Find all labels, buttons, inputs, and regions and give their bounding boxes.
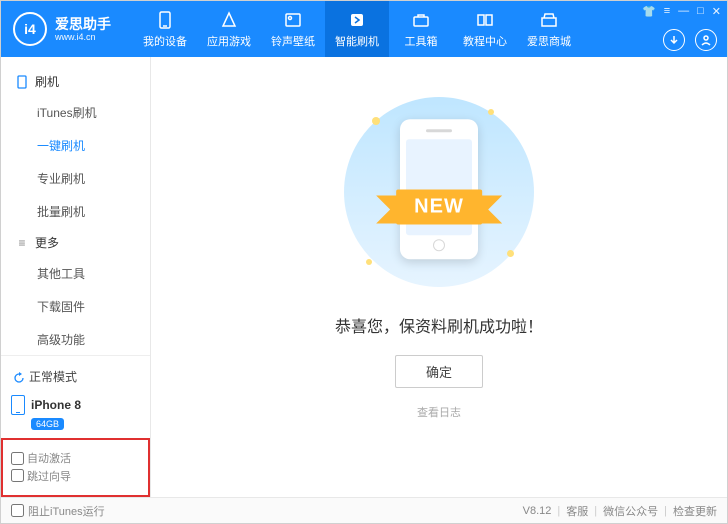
nav-label: 教程中心 (463, 33, 507, 49)
mode-label: 正常模式 (29, 368, 77, 385)
device-info[interactable]: iPhone 8 (11, 395, 140, 415)
sidebar-item-download-firmware[interactable]: 下载固件 (1, 290, 150, 323)
sidebar-item-advanced[interactable]: 高级功能 (1, 323, 150, 355)
menu-icon[interactable]: ≡ (664, 5, 670, 18)
ribbon-text: NEW (396, 190, 482, 225)
sidebar-item-itunes-flash[interactable]: iTunes刷机 (1, 96, 150, 129)
nav-tab-apps[interactable]: 应用游戏 (197, 1, 261, 57)
maximize-icon[interactable]: □ (697, 5, 704, 18)
phone-icon (11, 395, 25, 415)
group-title: 更多 (35, 234, 59, 251)
sidebar-item-oneclick-flash[interactable]: 一键刷机 (1, 129, 150, 162)
device-mode[interactable]: 正常模式 (11, 364, 140, 389)
sidebar-group-more[interactable]: ≡ 更多 (1, 228, 150, 257)
apps-icon (219, 10, 239, 30)
block-itunes-checkbox[interactable]: 阻止iTunes运行 (11, 503, 105, 519)
nav-tab-tutorials[interactable]: 教程中心 (453, 1, 517, 57)
book-icon (475, 10, 495, 30)
nav-label: 我的设备 (143, 33, 187, 49)
view-log-link[interactable]: 查看日志 (417, 404, 461, 420)
more-icon: ≡ (15, 236, 29, 250)
refresh-icon (13, 372, 23, 382)
user-button[interactable] (695, 29, 717, 51)
device-name: iPhone 8 (31, 398, 81, 412)
nav-tab-toolbox[interactable]: 工具箱 (389, 1, 453, 57)
nav-tabs: 我的设备 应用游戏 铃声壁纸 智能刷机 工具箱 教程中心 (133, 1, 581, 57)
success-message: 恭喜您，保资料刷机成功啦！ (335, 313, 543, 337)
flash-icon (347, 10, 367, 30)
logo-icon: i4 (13, 12, 47, 46)
sidebar: 刷机 iTunes刷机 一键刷机 专业刷机 批量刷机 ≡ 更多 其他工具 下载固… (1, 57, 151, 497)
nav-label: 应用游戏 (207, 33, 251, 49)
toolbox-icon (411, 10, 431, 30)
storage-badge: 64GB (31, 418, 64, 430)
close-icon[interactable]: ✕ (712, 5, 721, 18)
version-label: V8.12 (523, 505, 552, 517)
tshirt-icon[interactable]: 👕 (642, 5, 656, 18)
status-bar: 阻止iTunes运行 V8.12 | 客服 | 微信公众号 | 检查更新 (1, 497, 727, 523)
window-controls: 👕 ≡ — □ ✕ (642, 5, 721, 18)
sidebar-group-flash[interactable]: 刷机 (1, 67, 150, 96)
app-subtitle: www.i4.cn (55, 32, 111, 43)
nav-label: 爱思商城 (527, 33, 571, 49)
nav-tab-store[interactable]: 爱思商城 (517, 1, 581, 57)
skip-wizard-checkbox[interactable]: 跳过向导 (11, 468, 71, 484)
app-title: 爱思助手 (55, 16, 111, 32)
success-illustration: NEW (344, 97, 534, 287)
footer-link-wechat[interactable]: 微信公众号 (603, 503, 658, 519)
nav-tab-flash[interactable]: 智能刷机 (325, 1, 389, 57)
phone-icon (15, 75, 29, 89)
phone-icon (155, 10, 175, 30)
nav-label: 工具箱 (405, 33, 438, 49)
download-button[interactable] (663, 29, 685, 51)
auto-activate-checkbox[interactable]: 自动激活 (11, 450, 71, 466)
image-icon (283, 10, 303, 30)
main-content: NEW 恭喜您，保资料刷机成功啦！ 确定 查看日志 (151, 57, 727, 497)
sidebar-options: 自动激活 跳过向导 (1, 438, 150, 497)
sidebar-item-other-tools[interactable]: 其他工具 (1, 257, 150, 290)
footer-link-support[interactable]: 客服 (566, 503, 588, 519)
ok-button[interactable]: 确定 (395, 355, 483, 388)
footer-link-update[interactable]: 检查更新 (673, 503, 717, 519)
sidebar-item-pro-flash[interactable]: 专业刷机 (1, 162, 150, 195)
nav-label: 智能刷机 (335, 33, 379, 49)
nav-tab-devices[interactable]: 我的设备 (133, 1, 197, 57)
app-header: i4 爱思助手 www.i4.cn 我的设备 应用游戏 铃声壁纸 智能刷机 (1, 1, 727, 57)
nav-label: 铃声壁纸 (271, 33, 315, 49)
store-icon (539, 10, 559, 30)
group-title: 刷机 (35, 73, 59, 90)
sidebar-item-batch-flash[interactable]: 批量刷机 (1, 195, 150, 228)
logo-area: i4 爱思助手 www.i4.cn (1, 12, 123, 46)
nav-tab-ringtones[interactable]: 铃声壁纸 (261, 1, 325, 57)
minimize-icon[interactable]: — (678, 5, 689, 18)
